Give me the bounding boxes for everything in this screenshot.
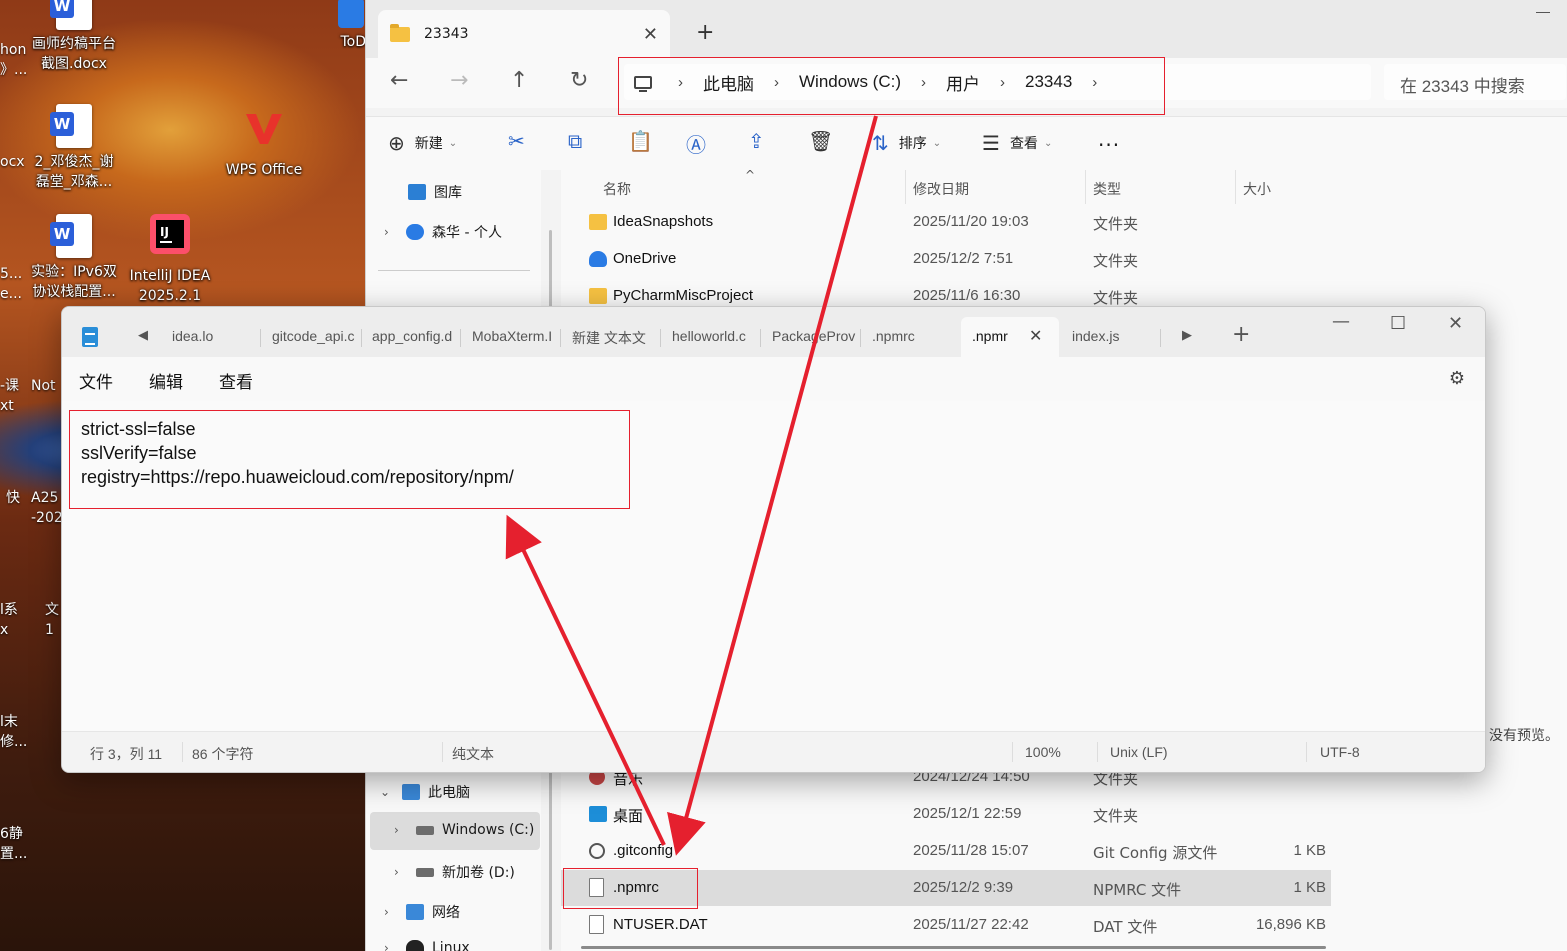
arrow-address-to-file <box>667 115 878 856</box>
annotation-arrows <box>505 115 878 856</box>
arrow-file-to-content <box>505 514 666 846</box>
